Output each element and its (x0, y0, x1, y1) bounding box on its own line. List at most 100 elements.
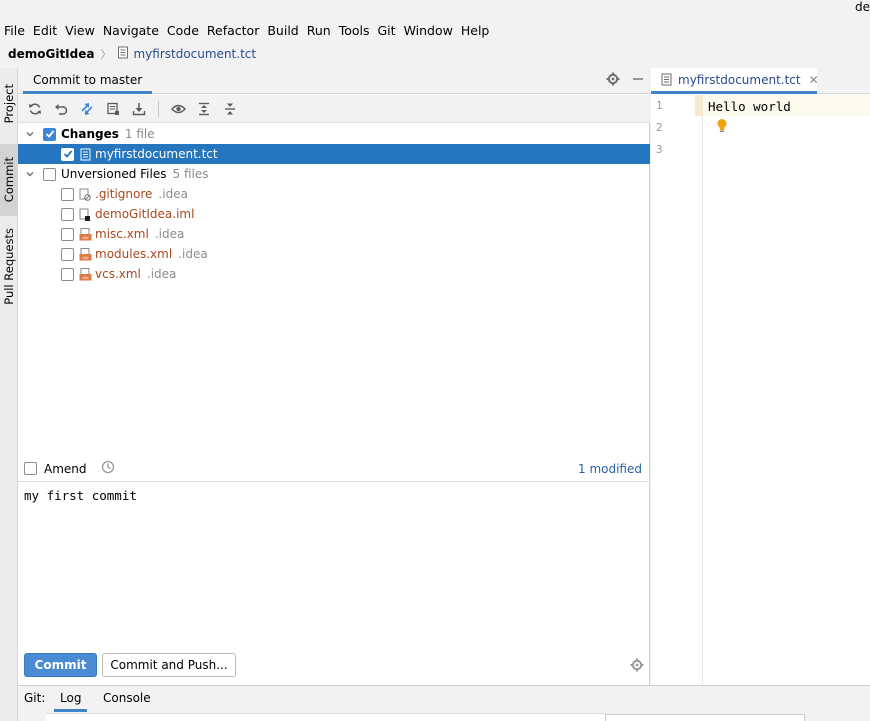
line-number: 2 (656, 121, 663, 134)
minimize-icon[interactable] (632, 73, 644, 88)
amend-checkbox[interactable] (24, 462, 37, 475)
unversioned-checkbox[interactable] (43, 167, 56, 181)
menu-window[interactable]: Window (400, 23, 457, 38)
changes-tree: Changes 1 file myfirstdocument.tct Unver… (18, 124, 650, 284)
list-item[interactable]: <> modules.xml .idea (18, 244, 650, 264)
file-checkbox[interactable] (61, 227, 74, 241)
commit-and-push-button[interactable]: Commit and Push... (102, 653, 236, 677)
changes-group-row[interactable]: Changes 1 file (18, 124, 650, 144)
menu-edit[interactable]: Edit (29, 23, 61, 38)
commit-panel-tab[interactable]: Commit to master (23, 68, 153, 94)
chevron-down-icon[interactable] (23, 167, 37, 181)
expand-all-icon[interactable] (195, 100, 213, 118)
commit-panel: Commit to master Changes 1 file myfirstd… (18, 68, 650, 685)
changes-checkbox[interactable] (43, 127, 56, 141)
menu-run[interactable]: Run (303, 23, 335, 38)
text-file-icon (661, 73, 672, 86)
file-dir: .idea (158, 187, 188, 201)
file-name: misc.xml (95, 227, 149, 241)
gear-icon[interactable] (630, 658, 644, 675)
unversioned-count: 5 files (172, 167, 209, 181)
commit-tab-label: Commit (1, 157, 16, 203)
file-checkbox[interactable] (61, 207, 74, 221)
menu-help[interactable]: Help (457, 23, 494, 38)
file-checkbox[interactable] (61, 187, 74, 201)
breadcrumb-project[interactable]: demoGitIdea (8, 47, 94, 61)
breadcrumb: demoGitIdea 〉 myfirstdocument.tct (0, 43, 256, 65)
pull-requests-tool-tab[interactable]: Pull Requests (0, 220, 17, 312)
commit-toolbar (18, 95, 650, 123)
rollback-icon[interactable] (52, 100, 70, 118)
text-file-icon (117, 46, 129, 62)
close-icon[interactable]: ✕ (809, 73, 819, 87)
unversioned-group-row[interactable]: Unversioned Files 5 files (18, 164, 650, 184)
commit-panel-header: Commit to master (18, 68, 650, 94)
menu-view[interactable]: View (61, 23, 99, 38)
xml-file-icon: <> (78, 267, 92, 281)
list-item[interactable]: myfirstdocument.tct (18, 144, 650, 164)
diff-icon[interactable] (78, 100, 96, 118)
log-search-field[interactable] (605, 714, 805, 721)
menu-navigate[interactable]: Navigate (99, 23, 163, 38)
menu-file[interactable]: File (0, 23, 29, 38)
line-number: 1 (656, 99, 663, 112)
list-item[interactable]: demoGitIdea.iml (18, 204, 650, 224)
editor-tab[interactable]: myfirstdocument.tct ✕ (651, 68, 819, 94)
eye-icon[interactable] (169, 100, 187, 118)
tab-log[interactable]: Log (54, 691, 88, 712)
refresh-icon[interactable] (26, 100, 44, 118)
change-marker (695, 95, 703, 116)
commit-tool-tab[interactable]: Commit (0, 144, 17, 216)
clock-icon[interactable] (101, 460, 115, 477)
file-checkbox[interactable] (61, 267, 74, 281)
list-item[interactable]: <> vcs.xml .idea (18, 264, 650, 284)
file-dir: .idea (154, 227, 185, 241)
amend-label[interactable]: Amend (44, 462, 87, 476)
gear-icon[interactable] (606, 72, 620, 89)
pull-requests-tab-label: Pull Requests (1, 227, 16, 305)
svg-text:<>: <> (82, 275, 89, 281)
menu-git[interactable]: Git (374, 23, 400, 38)
breadcrumb-file[interactable]: myfirstdocument.tct (133, 47, 256, 61)
menu-code[interactable]: Code (163, 23, 203, 38)
file-name: modules.xml (95, 247, 173, 261)
log-panel-edge (46, 713, 606, 721)
chevron-down-icon[interactable] (23, 127, 37, 141)
modified-count-link[interactable]: 1 modified (578, 462, 642, 476)
text-file-icon (78, 147, 92, 161)
commit-actions: Commit Commit and Push... (18, 652, 650, 682)
download-icon[interactable] (130, 100, 148, 118)
commit-button[interactable]: Commit (24, 653, 97, 677)
list-item[interactable]: <> misc.xml .idea (18, 224, 650, 244)
file-name: .gitignore (95, 187, 153, 201)
module-file-icon (78, 207, 92, 221)
editor-content[interactable]: Hello world (708, 99, 791, 114)
svg-text:<>: <> (82, 235, 89, 241)
lightbulb-icon[interactable] (716, 118, 728, 136)
menu-build[interactable]: Build (263, 23, 302, 38)
left-tool-strip: Project Commit Pull Requests (0, 68, 18, 721)
file-checkbox[interactable] (61, 147, 74, 161)
unversioned-label: Unversioned Files (61, 167, 167, 181)
collapse-all-icon[interactable] (221, 100, 239, 118)
menu-bar: File Edit View Navigate Code Refactor Bu… (0, 20, 870, 40)
tab-console[interactable]: Console (103, 691, 151, 705)
file-name: vcs.xml (95, 267, 141, 281)
file-dir: .idea (178, 247, 208, 261)
svg-text:<>: <> (82, 255, 89, 261)
shelve-icon[interactable] (104, 100, 122, 118)
xml-file-icon: <> (78, 227, 92, 241)
menu-refactor[interactable]: Refactor (203, 23, 263, 38)
changes-count: 1 file (124, 127, 155, 141)
editor: myfirstdocument.tct ✕ 1 2 3 Hello world (651, 68, 870, 685)
amend-bar: Amend 1 modified (18, 456, 650, 482)
commit-message-input[interactable]: my first commit (24, 488, 137, 503)
file-checkbox[interactable] (61, 247, 74, 261)
list-item[interactable]: .gitignore .idea (18, 184, 650, 204)
git-label: Git: (24, 691, 46, 705)
menu-tools[interactable]: Tools (335, 23, 374, 38)
editor-tab-bar: myfirstdocument.tct ✕ (651, 68, 870, 94)
window-title: de (855, 0, 870, 14)
project-tool-tab[interactable]: Project (0, 72, 17, 136)
file-name: demoGitIdea.iml (95, 207, 195, 221)
